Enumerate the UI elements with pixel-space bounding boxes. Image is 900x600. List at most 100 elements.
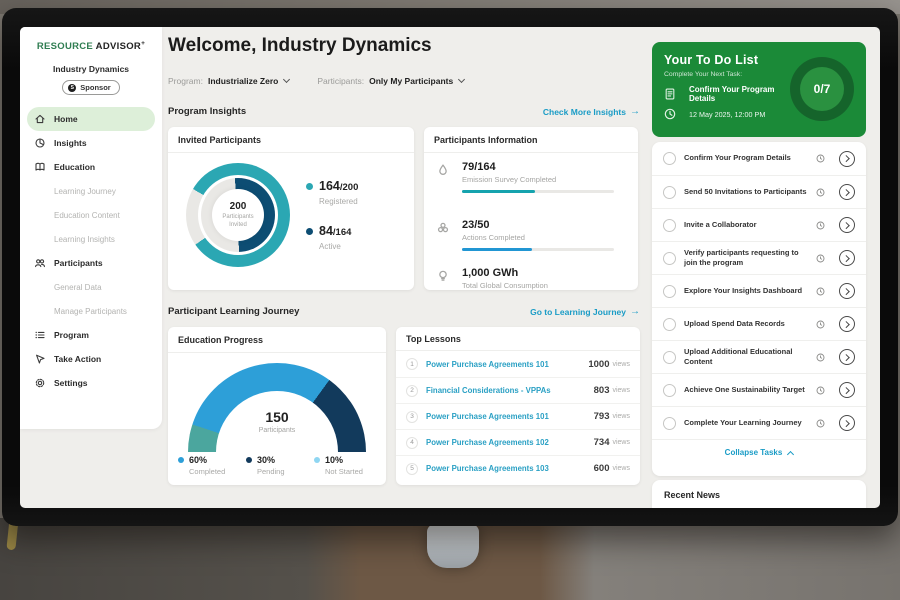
sidebar-item-insights[interactable]: Insights — [27, 131, 155, 155]
lesson-title-link[interactable]: Power Purchase Agreements 103 — [426, 464, 594, 473]
sidebar-item-education[interactable]: Education — [27, 155, 155, 179]
check-more-insights-link[interactable]: Check More Insights → — [543, 106, 640, 117]
sidebar-item-take-action[interactable]: Take Action — [27, 347, 155, 371]
legend-item-completed: 60%Completed — [178, 455, 246, 476]
document-icon — [664, 88, 676, 100]
donut-center-value: 200 — [230, 201, 247, 212]
task-row-explore-your-insights-dashboard[interactable]: Explore Your Insights Dashboard — [652, 274, 866, 307]
todo-task-list-card: Confirm Your Program Details Send 50 Invi… — [652, 142, 866, 476]
task-row-invite-a-collaborator[interactable]: Invite a Collaborator — [652, 208, 866, 241]
task-open-button[interactable] — [839, 151, 855, 167]
arrow-right-icon: → — [630, 306, 640, 317]
task-open-button[interactable] — [839, 217, 855, 233]
task-checkbox[interactable] — [663, 384, 676, 397]
sidebar-item-program[interactable]: Program — [27, 323, 155, 347]
education-progress-gauge-chart: 150 Participants — [188, 363, 366, 452]
lesson-views-suffix: views — [612, 465, 630, 472]
program-icon — [34, 329, 46, 341]
sidebar-item-home[interactable]: Home — [27, 107, 155, 131]
lesson-views-suffix: views — [612, 413, 630, 420]
task-checkbox[interactable] — [663, 318, 676, 331]
sidebar-item-learning-insights[interactable]: Learning Insights — [27, 227, 155, 251]
lesson-title-link[interactable]: Power Purchase Agreements 102 — [426, 438, 594, 447]
legend-dot — [306, 183, 313, 190]
task-row-confirm-your-program-details[interactable]: Confirm Your Program Details — [652, 142, 866, 175]
task-open-button[interactable] — [839, 349, 855, 365]
section-learning-journey: Participant Learning Journey — [168, 306, 299, 317]
legend-value: 164 — [319, 179, 340, 193]
legend-value: 30% — [257, 455, 275, 465]
legend-dot — [178, 457, 184, 463]
task-checkbox[interactable] — [663, 219, 676, 232]
task-checkbox[interactable] — [663, 152, 676, 165]
legend-dot — [246, 457, 252, 463]
logo-advisor: ADVISOR — [96, 41, 141, 52]
clock-icon — [816, 287, 825, 296]
chevron-right-icon — [843, 222, 849, 228]
education-icon — [34, 161, 46, 173]
task-open-button[interactable] — [839, 382, 855, 398]
lesson-row-2: 2Financial Considerations - VPPAs803view… — [396, 377, 640, 403]
goto-learning-journey-link[interactable]: Go to Learning Journey → — [530, 306, 640, 317]
task-open-button[interactable] — [839, 316, 855, 332]
clock-icon — [816, 254, 825, 263]
chevron-down-icon — [458, 76, 465, 83]
participants-information-card: Participants Information 79/164Emission … — [424, 127, 638, 290]
sidebar-item-settings[interactable]: Settings — [27, 371, 155, 395]
gauge-center-label: Participants — [188, 427, 366, 434]
collapse-tasks-link[interactable]: Collapse Tasks — [652, 439, 866, 465]
goto-learning-journey-label: Go to Learning Journey — [530, 307, 626, 317]
info-row-total-global-consumption: 1,000 GWhTotal Global Consumption — [436, 267, 626, 290]
task-row-achieve-one-sustainability-target[interactable]: Achieve One Sustainability Target — [652, 373, 866, 406]
section-program-insights: Program Insights — [168, 106, 246, 117]
monitor-stand — [427, 524, 479, 568]
task-row-send-50-invitations-to-participants[interactable]: Send 50 Invitations to Participants — [652, 175, 866, 208]
task-row-upload-spend-data-records[interactable]: Upload Spend Data Records — [652, 307, 866, 340]
sidebar-item-general-data[interactable]: General Data — [27, 275, 155, 299]
task-row-verify-participants-requesting-to-join-the-program[interactable]: Verify participants requesting to join t… — [652, 241, 866, 274]
sidebar-item-label: Learning Insights — [54, 235, 115, 244]
sidebar-item-label: Manage Participants — [54, 307, 127, 316]
todo-progress-ring: 0/7 — [790, 57, 854, 121]
task-row-upload-additional-educational-content[interactable]: Upload Additional Educational Content — [652, 340, 866, 373]
clock-icon — [816, 154, 825, 163]
task-open-button[interactable] — [839, 415, 855, 431]
sidebar-item-label: Education — [54, 162, 95, 172]
sidebar-item-label: Education Content — [54, 211, 120, 220]
task-row-complete-your-learning-journey[interactable]: Complete Your Learning Journey — [652, 406, 866, 439]
lesson-rank: 3 — [406, 411, 418, 423]
task-open-button[interactable] — [839, 250, 855, 266]
program-select-value: Industrialize Zero — [208, 76, 278, 86]
task-label: Confirm Your Program Details — [684, 153, 814, 163]
legend-denominator: /164 — [333, 227, 352, 238]
lesson-views: 803 — [594, 385, 610, 396]
task-checkbox[interactable] — [663, 252, 676, 265]
progress-bar — [462, 248, 614, 251]
lesson-title-link[interactable]: Financial Considerations - VPPAs — [426, 386, 594, 395]
participants-select[interactable]: Participants: Only My Participants — [317, 76, 464, 86]
sidebar-item-manage-participants[interactable]: Manage Participants — [27, 299, 155, 323]
insights-icon — [34, 137, 46, 149]
task-checkbox[interactable] — [663, 417, 676, 430]
sidebar-item-participants[interactable]: Participants — [27, 251, 155, 275]
task-open-button[interactable] — [839, 283, 855, 299]
program-select[interactable]: Program: Industrialize Zero — [168, 76, 289, 86]
check-more-insights-label: Check More Insights — [543, 107, 626, 117]
sidebar-item-education-content[interactable]: Education Content — [27, 203, 155, 227]
sidebar-item-learning-journey[interactable]: Learning Journey — [27, 179, 155, 203]
lesson-title-link[interactable]: Power Purchase Agreements 101 — [426, 360, 588, 369]
actions-icon — [436, 221, 450, 235]
home-icon — [34, 113, 46, 125]
task-open-button[interactable] — [839, 184, 855, 200]
todo-progress-value: 0/7 — [800, 67, 844, 111]
lesson-title-link[interactable]: Power Purchase Agreements 101 — [426, 412, 594, 421]
participants-select-label: Participants: — [317, 76, 364, 86]
task-checkbox[interactable] — [663, 285, 676, 298]
lesson-rank: 4 — [406, 437, 418, 449]
task-checkbox[interactable] — [663, 351, 676, 364]
recent-news-title: Recent News — [664, 490, 854, 500]
education-progress-legend: 60%Completed30%Pending10%Not Started — [178, 455, 382, 476]
lesson-views: 600 — [594, 463, 610, 474]
task-checkbox[interactable] — [663, 186, 676, 199]
info-label: Emission Survey Completed — [462, 175, 626, 184]
